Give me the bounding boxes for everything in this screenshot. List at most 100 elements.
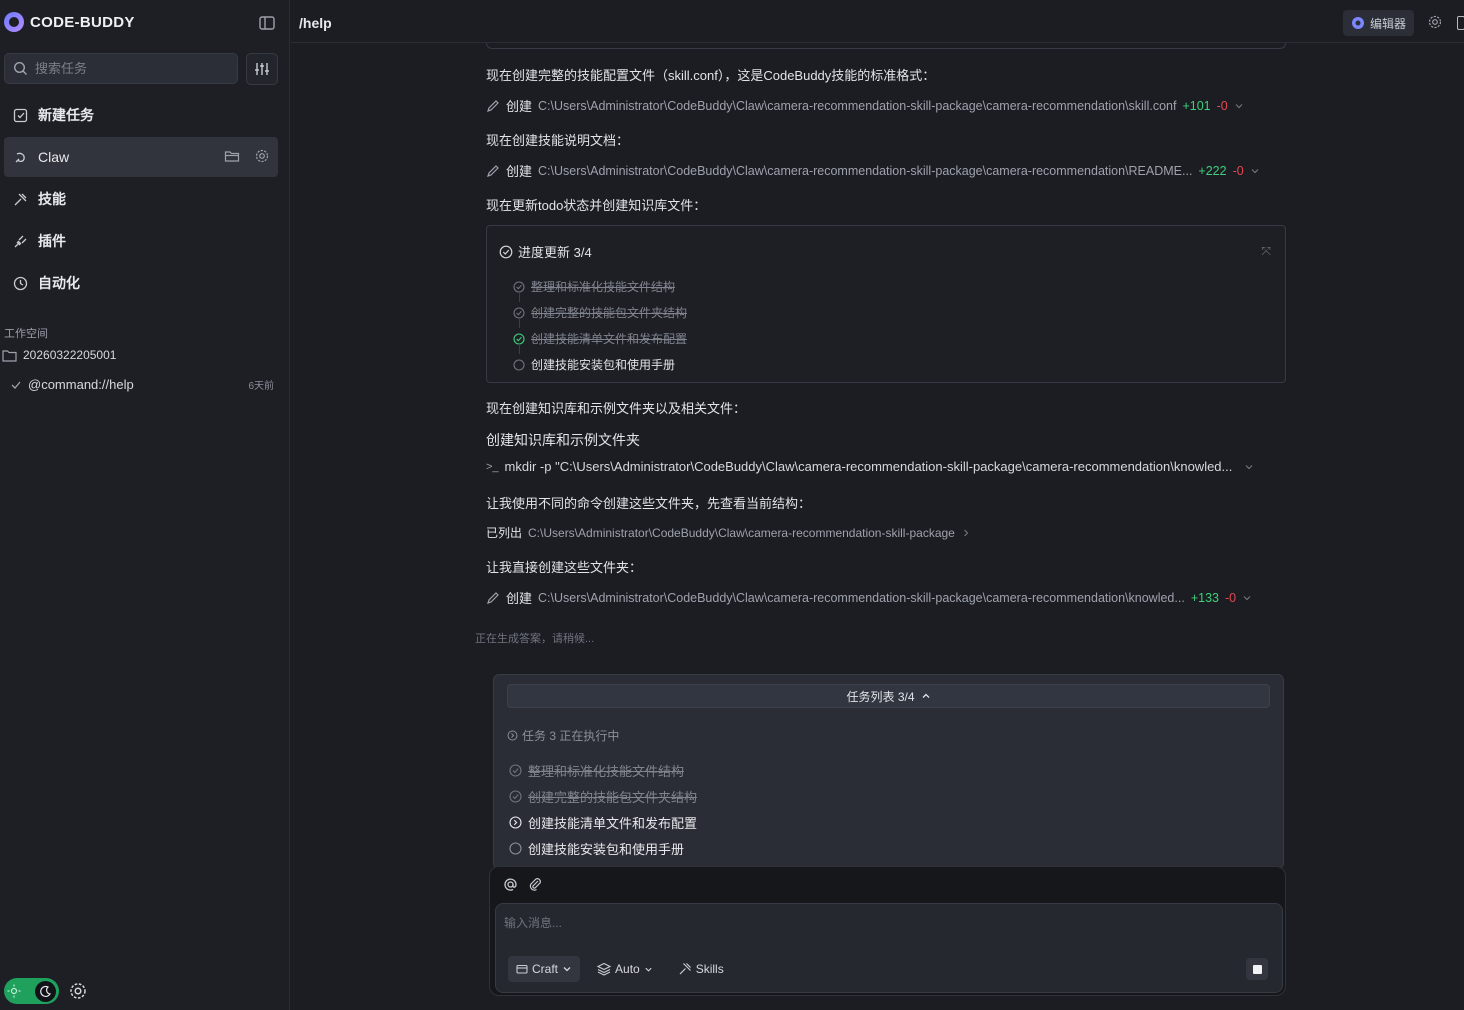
gear-icon[interactable]	[254, 148, 270, 164]
tool-path: C:\Users\Administrator\CodeBuddy\Claw\ca…	[538, 163, 1193, 178]
lines-removed: -0	[1232, 163, 1244, 178]
task-running-text: 任务 3 正在执行中	[522, 729, 620, 743]
tool-verb: 已列出	[486, 526, 523, 540]
todo-text: 创建完整的技能包文件夹结构	[531, 306, 688, 320]
sidebar-toggle-icon[interactable]	[258, 14, 276, 32]
nav-skills[interactable]: 技能	[4, 179, 278, 219]
conversation: 现在创建完整的技能配置文件（skill.conf），这是CodeBuddy技能的…	[291, 43, 1464, 1010]
task-text: 创建技能清单文件和发布配置	[528, 816, 698, 831]
at-mention-icon[interactable]	[503, 877, 518, 892]
paperclip-icon[interactable]	[528, 877, 543, 892]
gear-icon[interactable]	[1427, 14, 1443, 30]
brand-name: CODE-BUDDY	[30, 13, 135, 31]
search-box	[4, 53, 238, 84]
folder-icon	[2, 349, 17, 362]
nav-new-task[interactable]: 新建任务	[4, 95, 278, 135]
message-input[interactable]	[504, 914, 1204, 938]
collapse-icon[interactable]: ⤧	[1261, 244, 1271, 259]
nav-plugins[interactable]: 插件	[4, 221, 278, 261]
task-running-status: 任务 3 正在执行中	[507, 727, 619, 744]
chevron-right-icon[interactable]	[961, 528, 971, 538]
nav-label: 自动化	[38, 275, 80, 291]
settings-gear-icon[interactable]	[68, 981, 88, 1001]
editor-icon	[1351, 16, 1365, 30]
tool-call-create[interactable]: 创建 C:\Users\Administrator\CodeBuddy\Claw…	[486, 96, 1244, 115]
skills-button[interactable]: Skills	[670, 956, 732, 982]
workspace-task-item[interactable]: @command://help 6天前	[10, 377, 274, 392]
nav-label: 新建任务	[38, 107, 94, 123]
search-input[interactable]	[35, 61, 225, 76]
nav-automation[interactable]: 自动化	[4, 263, 278, 303]
tool-call-list[interactable]: 已列出 C:\Users\Administrator\CodeBuddy\Cla…	[486, 524, 971, 541]
command-text: mkdir -p "C:\Users\Administrator\CodeBud…	[504, 459, 1233, 474]
workspace-task-time: 6天前	[248, 381, 274, 392]
model-label: Auto	[615, 962, 640, 976]
chevron-down-icon[interactable]	[1242, 593, 1252, 603]
skill-icon	[13, 192, 28, 207]
chevron-down-icon[interactable]	[1250, 166, 1260, 176]
tool-path: C:\Users\Administrator\CodeBuddy\Claw\ca…	[538, 590, 1185, 605]
lines-added: +101	[1182, 98, 1211, 113]
theme-toggle[interactable]	[4, 978, 59, 1004]
task-item: 创建技能安装包和使用手册	[509, 839, 684, 858]
folder-open-icon[interactable]	[224, 148, 240, 164]
task-text: 创建完整的技能包文件夹结构	[528, 790, 698, 805]
tool-call-command[interactable]: >_ mkdir -p "C:\Users\Administrator\Code…	[486, 459, 1254, 474]
task-list-toggle[interactable]: 任务列表 3/4	[507, 684, 1270, 708]
sliders-icon	[255, 63, 269, 75]
tool-verb: 创建	[506, 164, 533, 179]
filter-button[interactable]	[246, 53, 278, 85]
editor-button[interactable]: 编辑器	[1343, 10, 1415, 36]
mode-select[interactable]: Craft	[508, 956, 581, 982]
tool-call-create[interactable]: 创建 C:\Users\Administrator\CodeBuddy\Claw…	[486, 588, 1252, 607]
nav-label: 技能	[38, 191, 66, 207]
composer-toolbar	[503, 877, 543, 892]
pencil-icon	[486, 164, 500, 178]
progress-card: 进度更新 3/4 ⤧ 整理和标准化技能文件结构 创建完整的技能包文件夹结构 创建…	[486, 225, 1286, 383]
assistant-message: 现在创建完整的技能配置文件（skill.conf），这是CodeBuddy技能的…	[486, 68, 936, 83]
chevron-down-icon[interactable]	[1244, 462, 1254, 472]
lines-removed: -0	[1224, 590, 1237, 605]
todo-item: 创建技能安装包和使用手册	[513, 356, 675, 373]
plug-icon	[13, 234, 28, 249]
check-circle-icon	[513, 280, 525, 293]
progress-title: 进度更新 3/4	[499, 242, 592, 261]
task-list-panel: 任务列表 3/4 任务 3 正在执行中 整理和标准化技能文件结构 创建完整的技能…	[493, 674, 1284, 869]
todo-item: 创建完整的技能包文件夹结构	[513, 304, 687, 321]
chevron-up-icon	[921, 691, 931, 701]
check-circle-icon	[509, 764, 522, 777]
nav-claw[interactable]: Claw	[4, 137, 278, 177]
edit-square-icon	[13, 108, 28, 123]
clock-icon	[13, 276, 28, 291]
workspace-task-title: @command://help	[28, 377, 134, 392]
moon-icon	[35, 980, 56, 1002]
tool-path: C:\Users\Administrator\CodeBuddy\Claw\ca…	[528, 525, 955, 540]
layout-panel-icon[interactable]	[1457, 16, 1464, 30]
tool-call-create[interactable]: 创建 C:\Users\Administrator\CodeBuddy\Claw…	[486, 161, 1260, 180]
todo-item: 创建技能清单文件和发布配置	[513, 330, 687, 347]
model-select[interactable]: Auto	[589, 956, 661, 982]
stop-button[interactable]	[1246, 958, 1268, 980]
workspace-title: 工作空间	[4, 328, 48, 340]
todo-item: 整理和标准化技能文件结构	[513, 278, 675, 295]
tool-verb: 创建	[506, 591, 533, 606]
assistant-message: 现在创建知识库和示例文件夹以及相关文件：	[486, 401, 747, 416]
skill-icon	[678, 962, 692, 976]
todo-connector	[519, 318, 520, 328]
message-input-box: Craft Auto Skills	[495, 903, 1283, 993]
todo-text: 整理和标准化技能文件结构	[531, 280, 676, 294]
assistant-message: 让我直接创建这些文件夹：	[486, 560, 643, 575]
todo-text: 创建技能清单文件和发布配置	[531, 332, 688, 346]
skills-label: Skills	[695, 962, 724, 976]
page-title: /help	[299, 15, 332, 31]
layers-icon	[597, 962, 612, 976]
search-icon	[13, 61, 28, 76]
todo-connector	[519, 292, 520, 302]
claw-icon	[13, 150, 28, 165]
brand-logo[interactable]: CODE-BUDDY	[4, 12, 135, 32]
pencil-icon	[486, 99, 500, 113]
workspace-folder[interactable]: 20260322205001	[2, 348, 116, 362]
chevron-down-icon[interactable]	[1234, 101, 1244, 111]
check-circle-icon	[513, 332, 525, 345]
empty-circle-icon	[513, 358, 525, 371]
